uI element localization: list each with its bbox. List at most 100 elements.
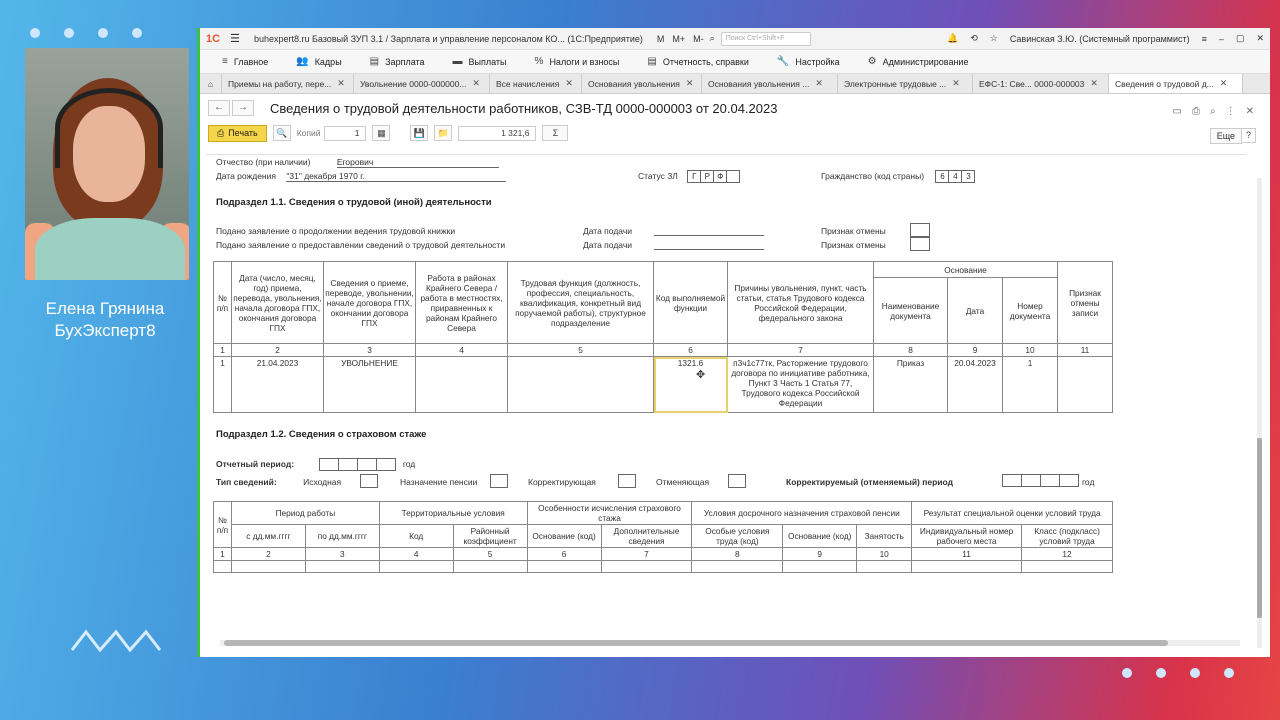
date-label-2: Дата подачи	[583, 240, 633, 250]
cancel-box-2[interactable]	[910, 237, 930, 251]
help-button[interactable]: ?	[1241, 128, 1256, 143]
sum-icon[interactable]: Σ	[542, 125, 569, 141]
patronymic-value[interactable]: Егорович	[336, 157, 499, 168]
bookmark-add-button[interactable]: M+	[672, 34, 685, 44]
window-title: buhexpert8.ru Базовый ЗУП 3.1 / Зарплата…	[253, 33, 643, 44]
cell-north[interactable]	[415, 356, 508, 413]
open-tabs: ⌂ Приемы на работу, пере... ✕ Увольнение …	[200, 74, 1270, 94]
minimize-icon[interactable]: –	[1219, 34, 1224, 44]
close-window-icon[interactable]: ✕	[1256, 33, 1264, 44]
period-cells[interactable]	[319, 458, 397, 471]
decor-dots-bottom	[1122, 668, 1234, 678]
tab-dismissal-reasons[interactable]: Основания увольнения ✕	[582, 74, 702, 93]
folder-icon[interactable]: 📁	[434, 125, 453, 141]
vertical-scrollbar[interactable]	[1257, 178, 1262, 648]
grid-icon[interactable]: ▦	[372, 125, 391, 141]
close-icon: ✕	[337, 78, 345, 88]
copies-input[interactable]: 1	[324, 125, 367, 141]
save-layout-icon[interactable]: ▭	[1173, 106, 1182, 117]
cell-doc-name[interactable]: Приказ	[873, 356, 948, 413]
menu-item-reports[interactable]: ▤ Отчетность, справки	[633, 56, 763, 67]
menu-item-payments[interactable]: ▬ Выплаты	[439, 56, 521, 67]
history-icon[interactable]: ⟲	[970, 33, 978, 44]
tab-dismissal[interactable]: Увольнение 0000-000000... ✕	[354, 74, 490, 93]
tab-efs1[interactable]: ЕФС-1: Све... 0000-000003 ✕	[973, 74, 1109, 93]
status-cells[interactable]: ГРФ	[687, 170, 741, 183]
subsection-1-1-title: Подраздел 1.1. Сведения о трудовой (иной…	[216, 197, 492, 208]
report-icon: ▤	[647, 56, 657, 67]
bookmark-m-button[interactable]: M	[657, 34, 665, 44]
insurance-table: № п/п Период работы Территориальные усло…	[213, 501, 1113, 573]
printer-icon[interactable]: ⎙	[1192, 106, 1200, 117]
save-icon[interactable]: 💾	[410, 125, 429, 141]
bookmark-remove-button[interactable]: M-	[693, 34, 704, 44]
status-row: Статус ЗЛ ГРФ	[638, 170, 741, 183]
more-vertical-icon[interactable]: ⋮	[1226, 106, 1236, 117]
settings-menu-icon[interactable]: ≡	[1202, 34, 1207, 44]
th-function: Трудовая функция (должность, профессия, …	[507, 261, 654, 344]
main-menu: ≡ Главное 👥 Кадры ▤ Зарплата ▬ Выплаты % Нало…	[200, 50, 1270, 74]
tab-dismissal-reasons-2[interactable]: Основания увольнения ... ✕	[702, 74, 838, 93]
tab-electronic-books[interactable]: Электронные трудовые ... ✕	[838, 74, 973, 93]
menu-item-main[interactable]: ≡ Главное	[208, 56, 282, 67]
cell-reason[interactable]: п3ч1с77тк, Расторжение трудового договор…	[727, 356, 874, 413]
cell-cancel[interactable]	[1057, 356, 1113, 413]
presenter-video	[25, 48, 189, 280]
presenter-name: Елена Грянина	[45, 299, 165, 318]
corrected-period-cells[interactable]	[1002, 474, 1079, 487]
menu-item-taxes[interactable]: % Налоги и взносы	[521, 56, 634, 67]
cell-function[interactable]	[507, 356, 654, 413]
cancel-box-1[interactable]	[910, 223, 930, 237]
people-icon: 👥	[296, 56, 309, 67]
menu-item-admin[interactable]: ⚙ Администрирование	[854, 56, 983, 67]
print-button[interactable]: ⎙ Печать	[208, 124, 267, 142]
date-field-1[interactable]	[654, 223, 764, 236]
zoom-icon[interactable]: ⌕	[1210, 106, 1216, 117]
th-north: Работа в районах Крайнего Севера / работ…	[415, 261, 508, 344]
hamburger-icon[interactable]: ☰	[230, 32, 240, 45]
th-doc-name: Наименование документа	[873, 277, 948, 344]
user-name[interactable]: Савинская З.Ю. (Системный программист)	[1010, 34, 1190, 44]
search-input[interactable]: Поиск Ctrl+Shift+F	[720, 31, 811, 46]
type-pension-box[interactable]	[490, 474, 508, 488]
close-icon: ✕	[472, 78, 480, 88]
menu-item-hr[interactable]: 👥 Кадры	[282, 56, 355, 67]
menu-item-salary[interactable]: ▤ Зарплата	[356, 56, 439, 67]
type-source-box[interactable]	[360, 474, 378, 488]
citizenship-cells[interactable]: 643	[935, 170, 976, 183]
tab-accruals[interactable]: Все начисления ✕	[490, 74, 582, 93]
gear-icon: ⚙	[867, 56, 877, 67]
type-label: Тип сведений:	[216, 477, 277, 487]
scroll-thumb[interactable]	[224, 640, 1168, 646]
horizontal-scrollbar[interactable]	[220, 640, 1240, 646]
type-pension-label: Назначение пенсии	[400, 477, 478, 487]
birth-value[interactable]: "31" декабря 1970 г.	[286, 171, 507, 182]
menu-item-settings[interactable]: 🔧 Настройка	[763, 56, 854, 67]
th2-code: Код	[378, 524, 454, 548]
preview-icon[interactable]: 🔍	[272, 125, 291, 141]
back-arrow-icon[interactable]: ←	[208, 100, 230, 116]
type-correcting-box[interactable]	[618, 474, 636, 488]
cell-num[interactable]: 1	[213, 356, 232, 413]
forward-arrow-icon[interactable]: →	[232, 100, 254, 116]
cell-doc-date[interactable]: 20.04.2023	[947, 356, 1003, 413]
cell-date[interactable]: 21.04.2023	[231, 356, 324, 413]
cell-doc-number[interactable]: 1	[1002, 356, 1058, 413]
star-icon[interactable]: ☆	[990, 33, 998, 44]
bell-icon[interactable]: 🔔	[947, 33, 958, 44]
percent-icon: %	[534, 56, 544, 67]
type-cancelling-box[interactable]	[728, 474, 746, 488]
close-doc-icon[interactable]: ✕	[1246, 106, 1254, 117]
cell-function-code[interactable]: 1321.6	[653, 356, 728, 413]
date-field-2[interactable]	[654, 237, 764, 250]
tab-hiring[interactable]: Приемы на работу, пере... ✕	[222, 74, 354, 93]
scroll-thumb[interactable]	[1257, 438, 1262, 618]
birth-label: Дата рождения	[216, 171, 276, 181]
tab-labor-info[interactable]: Сведения о трудовой д... ✕	[1109, 74, 1243, 93]
type-row: Тип сведений: Исходная Назначение пенсии…	[216, 474, 1094, 488]
restore-icon[interactable]: ▢	[1236, 33, 1245, 44]
tab-home[interactable]: ⌂	[200, 74, 222, 93]
cell-event[interactable]: УВОЛЬНЕНИЕ	[323, 356, 416, 413]
more-button[interactable]: Еще	[1209, 128, 1242, 144]
th2-special: Особые условия труда (код)	[691, 524, 784, 548]
